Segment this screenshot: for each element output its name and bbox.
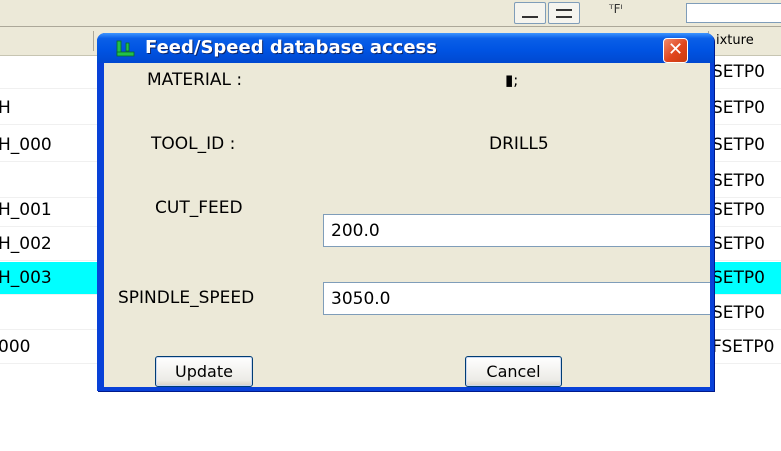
table-cell-name: H_000 [0,135,52,155]
toolbar-label: ᵀFᴵ [609,2,623,16]
table-cell-fixture: SETP0 [712,234,765,254]
toolbar-list-icon[interactable] [514,2,546,24]
table-cell-fixture: SETP0 [712,98,765,118]
tool-id-value: DRILL5 [489,134,549,154]
table-cell-name: H [0,98,11,118]
table-cell-fixture: FSETP0 [712,337,775,357]
dialog-titlebar[interactable]: Feed/Speed database access ✕ [97,33,714,63]
cut-feed-label: CUT_FEED [155,198,243,218]
toolbar: ᵀFᴵ [0,0,781,27]
table-cell-name: H_003 [0,268,52,288]
table-cell-fixture: SETP0 [712,303,765,323]
tool-id-label: TOOL_ID : [151,134,236,154]
spindle-speed-label: SPINDLE_SPEED [118,288,255,308]
cut-feed-input[interactable] [323,214,710,247]
toolbar-grid-icon[interactable] [548,2,580,24]
material-value: ▮; [505,71,519,89]
dialog-app-icon [116,40,135,57]
dialog-body: MATERIAL : ▮; TOOL_ID : DRILL5 CUT_FEED … [104,63,710,387]
feed-speed-dialog: Feed/Speed database access ✕ MATERIAL : … [97,33,714,391]
table-cell-name: 000 [0,337,31,357]
update-button[interactable]: Update [155,356,253,387]
toolbar-search-field[interactable] [686,3,781,23]
table-cell-name: H_001 [0,200,52,220]
dialog-title: Feed/Speed database access [145,37,437,58]
table-cell-fixture: SETP0 [712,135,765,155]
table-cell-fixture: SETP0 [712,268,765,288]
table-cell-fixture: SETP0 [712,62,765,82]
material-label: MATERIAL : [147,70,243,90]
table-cell-fixture: SETP0 [712,200,765,220]
cancel-button[interactable]: Cancel [465,356,562,387]
spindle-speed-input[interactable] [323,282,710,315]
table-cell-name: H_002 [0,234,52,254]
column-header-fixture[interactable]: ixture [716,33,754,48]
close-icon[interactable]: ✕ [663,38,688,63]
